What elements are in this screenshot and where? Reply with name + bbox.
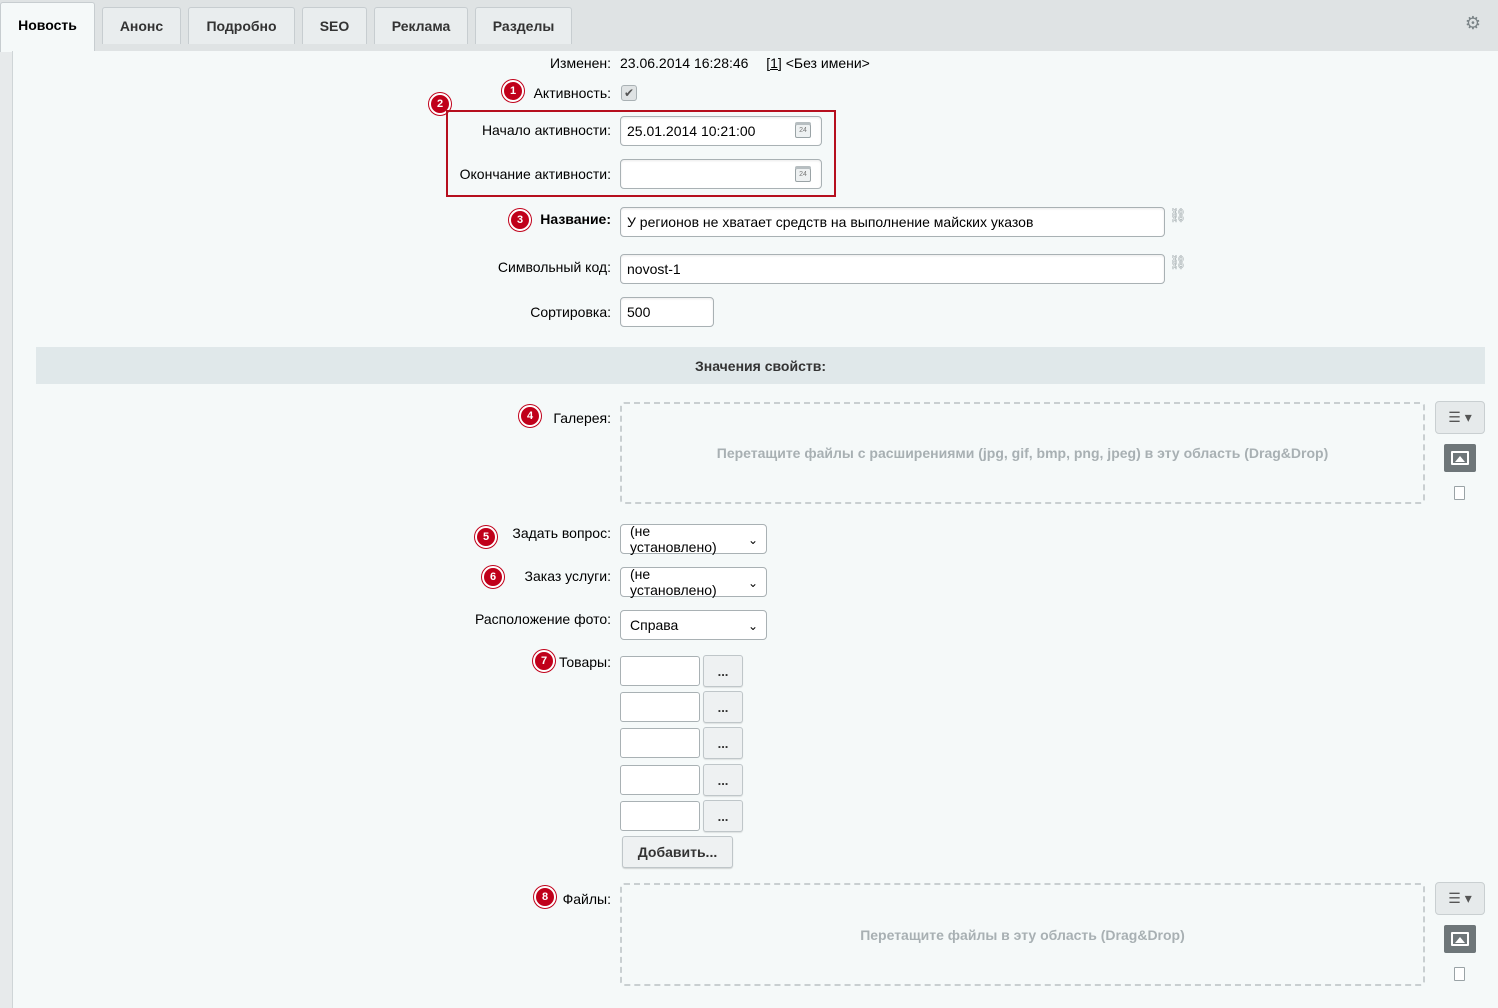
gallery-menu-button[interactable]: ☰ ▾ — [1435, 401, 1485, 434]
code-label: Символьный код: — [497, 259, 611, 275]
tab-bar: Новость Анонс Подробно SEO Реклама Разде… — [0, 0, 1498, 52]
goods-browse-button[interactable]: ... — [703, 764, 743, 796]
chevron-down-icon: ⌄ — [747, 619, 758, 633]
goods-browse-button[interactable]: ... — [703, 727, 743, 759]
image-icon — [1451, 932, 1469, 946]
badge-8: 8 — [534, 886, 556, 908]
properties-header: Значения свойств: — [36, 347, 1485, 384]
calendar-icon[interactable]: 24 — [795, 122, 811, 138]
goods-browse-button[interactable]: ... — [703, 800, 743, 832]
order-select[interactable]: (не установлено) ⌄ — [620, 566, 767, 598]
files-label: Файлы: — [562, 891, 611, 907]
gear-icon[interactable]: ⚙ — [1464, 14, 1482, 32]
chevron-down-icon: ⌄ — [747, 533, 758, 547]
goods-add-button[interactable]: Добавить... — [622, 836, 733, 868]
tab-ads[interactable]: Реклама — [374, 7, 468, 44]
goods-input[interactable] — [620, 692, 700, 722]
modified-value: 23.06.2014 16:28:46 [1] <Без имени> — [620, 55, 870, 71]
files-dropzone[interactable]: Перетащите файлы в эту область (Drag&Dro… — [620, 883, 1425, 986]
chevron-down-icon: ⌄ — [747, 576, 758, 590]
modified-user-name: <Без имени> — [785, 55, 870, 71]
link-icon[interactable]: ⛓ — [1169, 255, 1187, 279]
tab-sections[interactable]: Разделы — [475, 7, 572, 44]
badge-7: 7 — [533, 650, 555, 672]
goods-browse-button[interactable]: ... — [703, 655, 743, 687]
name-input[interactable]: У регионов не хватает средств на выполне… — [620, 207, 1165, 237]
menu-icon: ☰ ▾ — [1448, 890, 1472, 906]
start-date-input[interactable]: 25.01.2014 10:21:00 — [620, 116, 822, 146]
end-label: Окончание активности: — [459, 166, 611, 182]
gallery-label: Галерея: — [553, 410, 611, 426]
photo-position-label: Расположение фото: — [475, 611, 611, 627]
modified-user-link[interactable]: [1] — [766, 55, 782, 71]
goods-label: Товары: — [558, 654, 611, 670]
files-image-button[interactable] — [1444, 925, 1476, 953]
file-icon[interactable] — [1454, 486, 1465, 500]
goods-input[interactable] — [620, 801, 700, 831]
badge-5: 5 — [475, 526, 497, 548]
tab-announce[interactable]: Анонс — [102, 7, 181, 44]
badge-3: 3 — [509, 209, 531, 231]
files-menu-button[interactable]: ☰ ▾ — [1435, 882, 1485, 915]
active-label: Активность: — [533, 85, 611, 101]
badge-6: 6 — [482, 566, 504, 588]
sort-input[interactable]: 500 — [620, 297, 714, 327]
gallery-dropzone[interactable]: Перетащите файлы с расширениями (jpg, gi… — [620, 402, 1425, 504]
question-select-value: (не установлено) — [630, 523, 717, 555]
menu-icon: ☰ ▾ — [1448, 409, 1472, 425]
file-icon[interactable] — [1454, 967, 1465, 981]
question-select[interactable]: (не установлено) ⌄ — [620, 523, 767, 555]
badge-1: 1 — [502, 80, 524, 102]
start-label: Начало активности: — [481, 122, 611, 138]
tab-details[interactable]: Подробно — [188, 7, 295, 44]
tab-news[interactable]: Новость — [0, 2, 95, 52]
question-label: Задать вопрос: — [512, 525, 611, 541]
link-icon[interactable]: ⛓ — [1169, 208, 1187, 232]
image-icon — [1451, 451, 1469, 465]
tab-seo[interactable]: SEO — [302, 7, 367, 44]
order-label: Заказ услуги: — [524, 568, 611, 584]
code-input[interactable]: novost-1 — [620, 254, 1165, 284]
active-checkbox[interactable]: ✔ — [621, 85, 637, 101]
goods-input[interactable] — [620, 728, 700, 758]
goods-browse-button[interactable]: ... — [703, 691, 743, 723]
sort-label: Сортировка: — [530, 304, 611, 320]
modified-date: 23.06.2014 16:28:46 — [620, 55, 749, 71]
order-select-value: (не установлено) — [630, 566, 717, 598]
calendar-icon[interactable]: 24 — [795, 166, 811, 182]
name-label: Название: — [540, 211, 611, 227]
badge-4: 4 — [519, 405, 541, 427]
photo-position-value: Справа — [630, 617, 679, 633]
photo-position-select[interactable]: Справа ⌄ — [620, 610, 767, 640]
modified-label: Изменен: — [549, 55, 611, 71]
goods-input[interactable] — [620, 765, 700, 795]
gallery-image-button[interactable] — [1444, 444, 1476, 472]
end-date-input[interactable] — [620, 159, 822, 189]
goods-input[interactable] — [620, 656, 700, 686]
